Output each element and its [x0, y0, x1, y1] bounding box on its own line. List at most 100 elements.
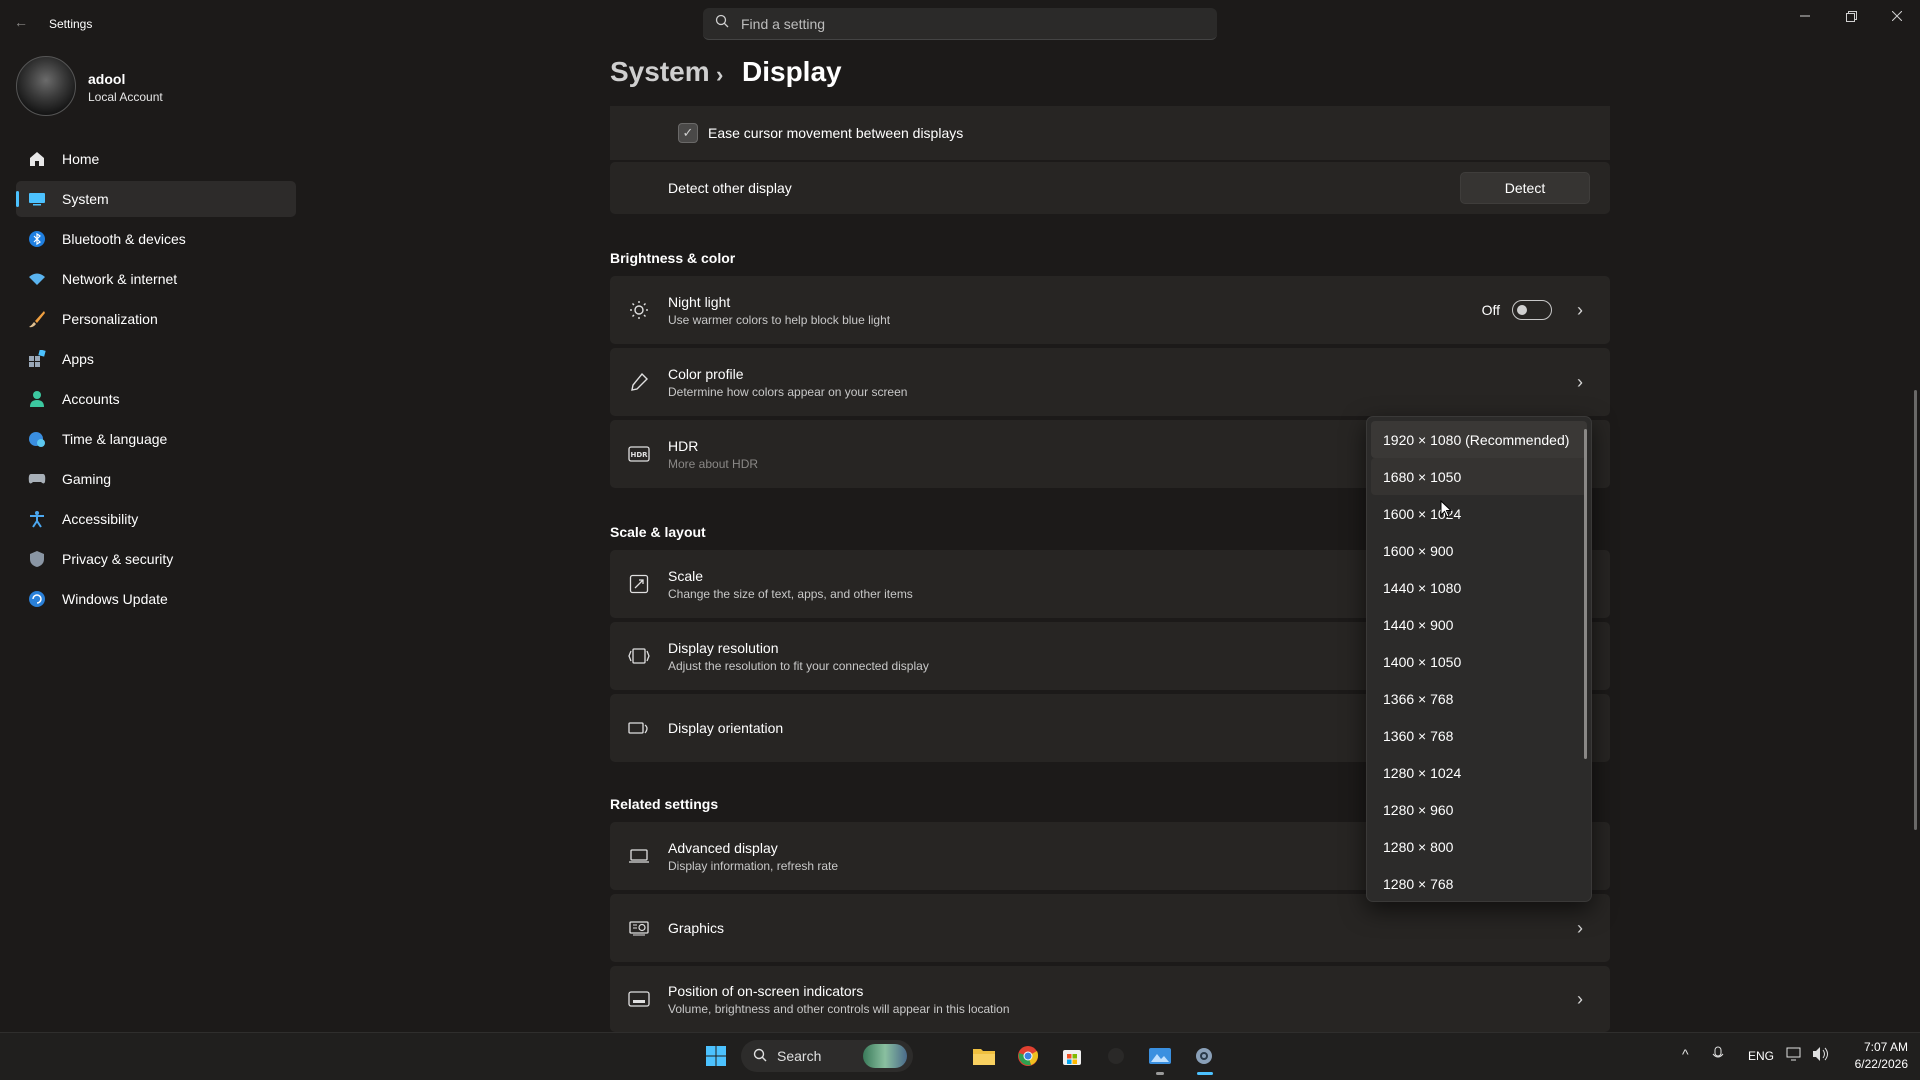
app-icon[interactable]	[1102, 1042, 1130, 1070]
chrome-icon[interactable]	[1014, 1042, 1042, 1070]
network-icon[interactable]	[1786, 1046, 1804, 1067]
sidebar-item-accounts[interactable]: Accounts	[16, 381, 296, 417]
photos-icon[interactable]	[1146, 1042, 1174, 1070]
bluetooth-icon	[28, 230, 46, 248]
active-app-indicator	[1197, 1072, 1213, 1075]
wifi-icon	[28, 270, 46, 288]
laptop-icon	[610, 848, 668, 864]
section-related-settings: Related settings	[610, 796, 719, 812]
resolution-option[interactable]: 1920 × 1080 (Recommended)	[1371, 421, 1587, 458]
sidebar-item-network[interactable]: Network & internet	[16, 261, 296, 297]
night-light-subtitle: Use warmer colors to help block blue lig…	[668, 312, 891, 327]
resolution-option[interactable]: 1360 × 768	[1371, 717, 1587, 754]
sidebar-item-label: Privacy & security	[62, 551, 174, 567]
scale-icon	[610, 574, 668, 594]
start-icon[interactable]	[702, 1042, 730, 1070]
gamepad-icon	[28, 470, 46, 488]
onscreen-indicators-card[interactable]: Position of on-screen indicators Volume,…	[610, 966, 1610, 1032]
search-bar[interactable]	[703, 8, 1217, 40]
resolution-option[interactable]: 1440 × 1080	[1371, 569, 1587, 606]
sidebar-item-home[interactable]: Home	[16, 141, 296, 177]
detect-label: Detect other display	[668, 180, 792, 196]
resolution-option[interactable]: 1366 × 768	[1371, 680, 1587, 717]
settings-icon[interactable]	[1190, 1042, 1218, 1070]
page-scrollbar[interactable]	[1914, 390, 1917, 830]
sidebar-item-label: Windows Update	[62, 591, 168, 607]
resolution-option[interactable]: 1400 × 1050	[1371, 643, 1587, 680]
resolution-option[interactable]: 1440 × 900	[1371, 606, 1587, 643]
sidebar-item-privacy[interactable]: Privacy & security	[16, 541, 296, 577]
chevron-right-icon: ›	[1577, 371, 1583, 392]
minimize-button[interactable]	[1782, 4, 1828, 28]
sidebar-item-time-language[interactable]: Time & language	[16, 421, 296, 457]
resolution-option[interactable]: 1280 × 1024	[1371, 754, 1587, 791]
onscreen-indicators-title: Position of on-screen indicators	[668, 982, 864, 999]
night-light-card[interactable]: Night light Use warmer colors to help bl…	[610, 276, 1610, 344]
globe-clock-icon	[28, 430, 46, 448]
dropdown-scrollbar[interactable]	[1584, 429, 1587, 759]
resolution-dropdown: 1920 × 1080 (Recommended) 1680 × 1050 16…	[1366, 416, 1592, 902]
sidebar-item-bluetooth[interactable]: Bluetooth & devices	[16, 221, 296, 257]
breadcrumb-parent[interactable]: System	[610, 56, 710, 88]
detect-button[interactable]: Detect	[1460, 172, 1590, 204]
volume-icon[interactable]	[1812, 1046, 1830, 1067]
widget-icon	[863, 1044, 907, 1068]
monitor-icon	[28, 190, 46, 208]
back-arrow-icon[interactable]: ←	[14, 14, 30, 30]
app-title: Settings	[49, 17, 93, 31]
maximize-button[interactable]	[1828, 4, 1874, 28]
chevron-right-icon: ›	[1577, 299, 1583, 320]
sidebar-item-label: Personalization	[62, 311, 158, 327]
language-indicator[interactable]: ENG	[1748, 1049, 1774, 1063]
user-name: adool	[88, 71, 126, 87]
clock-date[interactable]: 6/22/2026	[1838, 1057, 1908, 1071]
resolution-option[interactable]: 1280 × 768	[1371, 865, 1587, 902]
mic-icon[interactable]	[1710, 1046, 1726, 1067]
hdr-icon: HDR	[610, 446, 668, 462]
search-icon	[753, 1048, 767, 1065]
sidebar-item-windows-update[interactable]: Windows Update	[16, 581, 296, 617]
resolution-option[interactable]: 1280 × 800	[1371, 828, 1587, 865]
chevron-up-icon[interactable]: ^	[1682, 1046, 1689, 1062]
color-profile-subtitle: Determine how colors appear on your scre…	[668, 384, 908, 399]
graphics-card[interactable]: Graphics ›	[610, 894, 1610, 962]
store-icon[interactable]	[1058, 1042, 1086, 1070]
ease-cursor-checkbox[interactable]: ✓	[678, 123, 698, 143]
close-button[interactable]	[1874, 4, 1920, 28]
night-light-state: Off	[1481, 302, 1500, 318]
clock-time[interactable]: 7:07 AM	[1848, 1040, 1908, 1054]
sidebar-item-label: Time & language	[62, 431, 168, 447]
taskbar-search[interactable]: Search	[741, 1040, 913, 1072]
color-profile-card[interactable]: Color profile Determine how colors appea…	[610, 348, 1610, 416]
sidebar-item-label: Bluetooth & devices	[62, 231, 186, 247]
resolution-option[interactable]: 1600 × 1024	[1371, 495, 1587, 532]
avatar[interactable]	[16, 56, 76, 116]
file-explorer-icon[interactable]	[970, 1042, 998, 1070]
sidebar-item-label: Accessibility	[62, 511, 139, 527]
chevron-right-icon: ›	[1577, 917, 1583, 938]
sidebar-item-label: Network & internet	[62, 271, 178, 287]
sidebar-item-gaming[interactable]: Gaming	[16, 461, 296, 497]
ease-cursor-label: Ease cursor movement between displays	[708, 125, 964, 141]
taskbar	[0, 1032, 1920, 1080]
sun-icon	[610, 300, 668, 320]
resolution-option[interactable]: 1600 × 900	[1371, 532, 1587, 569]
search-input[interactable]	[741, 15, 1181, 32]
sidebar-item-accessibility[interactable]: Accessibility	[16, 501, 296, 537]
sidebar-item-system[interactable]: System	[16, 181, 296, 217]
chevron-right-icon: ›	[1577, 988, 1583, 1009]
apps-icon	[28, 350, 46, 368]
night-light-title: Night light	[668, 293, 731, 310]
sidebar-item-apps[interactable]: Apps	[16, 341, 296, 377]
sidebar-item-personalization[interactable]: Personalization	[16, 301, 296, 337]
resolution-option[interactable]: 1680 × 1050	[1371, 458, 1587, 495]
color-profile-title: Color profile	[668, 365, 744, 382]
resolution-option[interactable]: 1280 × 960	[1371, 791, 1587, 828]
svg-text:HDR: HDR	[630, 451, 648, 459]
sidebar-nav: Home System Bluetooth & devices Network …	[16, 141, 296, 621]
search-icon	[715, 14, 729, 33]
sidebar-item-label: Home	[62, 151, 100, 167]
night-light-toggle[interactable]	[1512, 300, 1552, 320]
shield-icon	[28, 550, 46, 568]
breadcrumb-separator: ›	[716, 62, 724, 87]
